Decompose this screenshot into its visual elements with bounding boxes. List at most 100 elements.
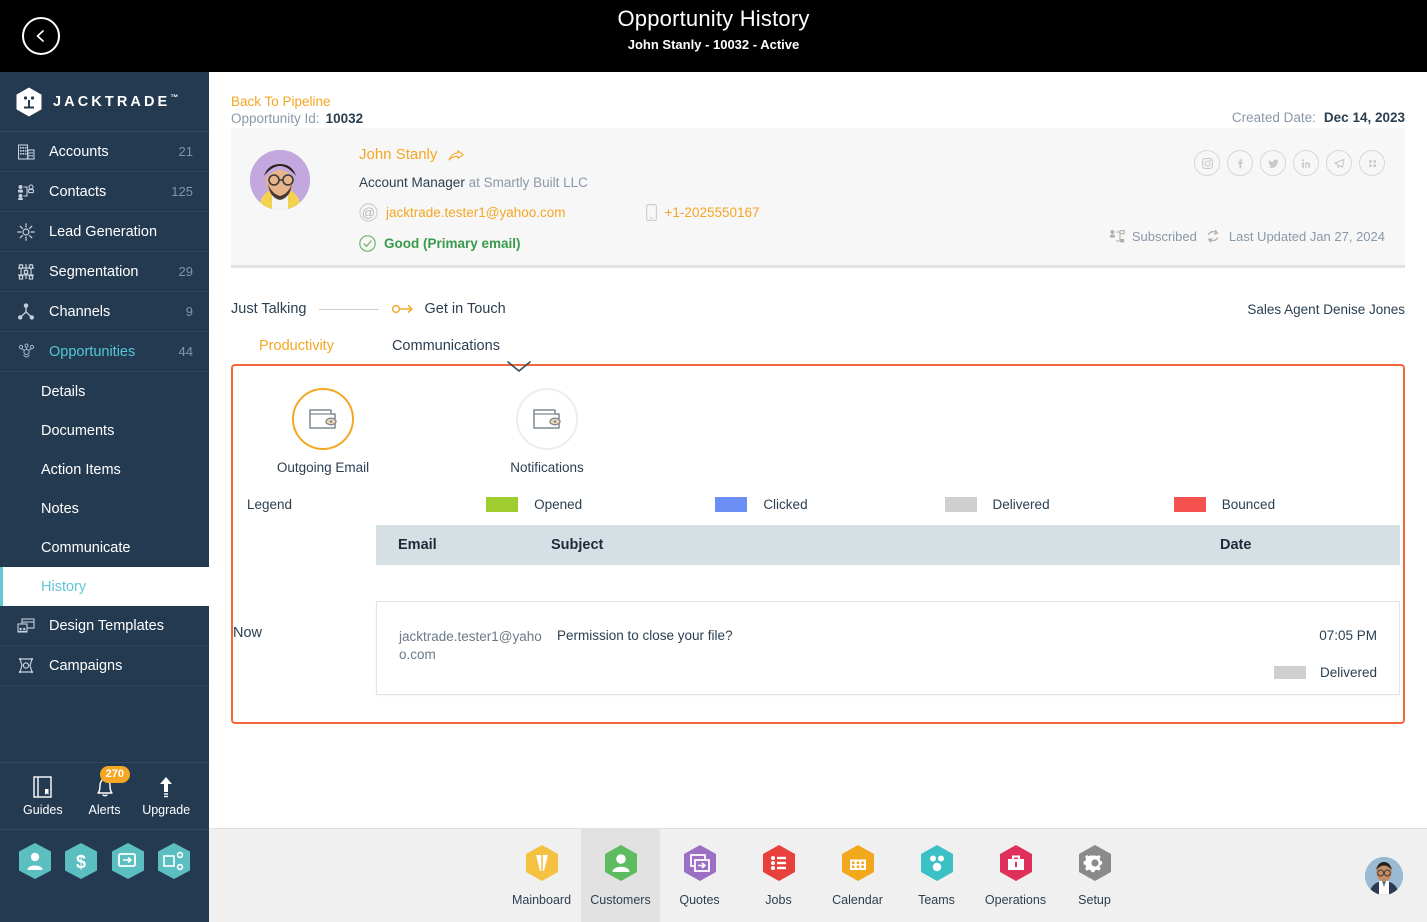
created-date: Created Date: Dec 14, 2023	[1232, 110, 1405, 125]
contacts-icon	[14, 182, 38, 202]
content-tabs: Productivity Communications	[259, 338, 1427, 358]
bottom-nav-quotes[interactable]: Quotes	[660, 829, 739, 922]
legend-item-delivered: Delivered	[944, 497, 1174, 512]
sidebar-subitem-action-items[interactable]: Action Items	[0, 450, 209, 489]
brand-name: JACKTRADE™	[53, 93, 179, 110]
bottom-nav-customers[interactable]: Customers	[581, 829, 660, 922]
bottom-nav-teams[interactable]: Teams	[897, 829, 976, 922]
sidebar-subitem-notes[interactable]: Notes	[0, 489, 209, 528]
sidebar-subitem-documents[interactable]: Documents	[0, 411, 209, 450]
tab-productivity[interactable]: Productivity	[259, 338, 334, 358]
telegram-icon[interactable]	[1326, 150, 1352, 176]
sidebar-item-contacts[interactable]: Contacts 125	[0, 172, 209, 212]
brand-logo[interactable]: JACKTRADE™	[0, 72, 209, 132]
last-updated-label: Last Updated Jan 27, 2024	[1228, 229, 1385, 244]
person-hex-icon[interactable]	[18, 842, 52, 880]
design-templates-icon	[14, 616, 38, 636]
book-icon	[33, 776, 52, 798]
timeline-label: Now	[233, 625, 263, 641]
wallet-mail-icon	[309, 409, 337, 429]
facebook-icon[interactable]	[1227, 150, 1253, 176]
bottom-nav-label: Quotes	[679, 893, 720, 907]
sidebar-subitem-details[interactable]: Details	[0, 372, 209, 411]
subscribed-icon	[1109, 230, 1125, 243]
bottom-nav-operations[interactable]: Operations	[976, 829, 1055, 922]
channel-notifications[interactable]: Notifications	[497, 388, 597, 475]
contact-name[interactable]: John Stanly	[359, 146, 437, 163]
sidebar-item-campaigns[interactable]: Campaigns	[0, 646, 209, 686]
mainboard-icon	[525, 845, 558, 881]
main-content: Back To Pipeline Opportunity Id: 10032 Cr…	[209, 72, 1427, 922]
contact-contact-row: @ jacktrade.tester1@yahoo.com +1-2025550…	[359, 203, 1385, 222]
sidebar-item-count: 9	[185, 304, 193, 319]
user-avatar[interactable]	[1365, 857, 1403, 895]
sidebar-item-segmentation[interactable]: Segmentation 29	[0, 252, 209, 292]
sidebar-item-opportunities[interactable]: Opportunities 44	[0, 332, 209, 372]
linkedin-icon[interactable]	[1293, 150, 1319, 176]
sidebar-item-channels[interactable]: Channels 9	[0, 292, 209, 332]
bottom-nav-label: Setup	[1078, 893, 1111, 907]
communications-panel: Outgoing Email Notifications Legend Open…	[231, 361, 1405, 724]
channel-label: Outgoing Email	[276, 460, 370, 475]
column-header-date: Date	[1220, 537, 1252, 553]
lead-gen-icon	[14, 222, 38, 242]
contact-phone-group: +1-2025550167	[645, 204, 760, 221]
stage-from: Just Talking	[231, 301, 307, 317]
quote-hex-icon[interactable]	[111, 842, 145, 880]
email-at-icon: @	[359, 203, 378, 222]
bottom-nav-label: Mainboard	[511, 893, 572, 907]
workflow-hex-icon[interactable]	[157, 842, 191, 880]
jacktrade-hex-icon	[16, 87, 42, 116]
cell-date: 07:05 PM Delivered	[1197, 628, 1377, 680]
table-header: Email Subject Date	[376, 525, 1400, 565]
dollar-hex-icon[interactable]: $	[64, 842, 98, 880]
mobile-phone-icon	[645, 204, 657, 221]
sidebar-tools: Guides 270 Alerts Upgrade	[0, 762, 209, 830]
sidebar-item-count: 21	[178, 144, 193, 159]
tab-communications[interactable]: Communications	[392, 338, 500, 358]
bottom-nav-items: Mainboard Customers Quotes Jobs Calendar…	[209, 829, 1427, 922]
legend-item-opened: Opened	[486, 497, 715, 512]
segmentation-icon	[14, 262, 38, 282]
instagram-icon[interactable]	[1194, 150, 1220, 176]
share-icon[interactable]	[448, 149, 464, 167]
legend-swatch	[486, 497, 519, 512]
bottom-nav-setup[interactable]: Setup	[1055, 829, 1134, 922]
contact-email[interactable]: jacktrade.tester1@yahoo.com	[386, 205, 566, 220]
sidebar-item-label: Segmentation	[49, 263, 139, 280]
guides-button[interactable]: Guides	[12, 775, 74, 817]
sidebar-item-lead-generation[interactable]: Lead Generation	[0, 212, 209, 252]
contact-role-title: Account Manager	[359, 175, 465, 190]
bottom-nav-mainboard[interactable]: Mainboard	[502, 829, 581, 922]
table-row[interactable]: jacktrade.tester1@yahoo.com Permission t…	[376, 601, 1400, 695]
stage-to: Get in Touch	[424, 301, 506, 317]
sidebar-item-accounts[interactable]: Accounts 21	[0, 132, 209, 172]
opportunity-id-value: 10032	[325, 111, 364, 126]
more-grid-icon[interactable]	[1359, 150, 1385, 176]
bottom-nav-jobs[interactable]: Jobs	[739, 829, 818, 922]
bottom-nav-label: Customers	[590, 893, 651, 907]
page-title: Opportunity History	[617, 6, 810, 31]
bottom-nav-calendar[interactable]: Calendar	[818, 829, 897, 922]
sidebar-subitem-communicate[interactable]: Communicate	[0, 528, 209, 567]
alerts-button[interactable]: 270 Alerts	[74, 766, 136, 817]
channel-outgoing-email[interactable]: Outgoing Email	[273, 388, 373, 475]
contact-phone[interactable]: +1-2025550167	[665, 205, 760, 220]
bottom-nav-label: Calendar	[832, 893, 883, 907]
legend-label: Opened	[534, 497, 583, 512]
sidebar-item-label: Design Templates	[49, 617, 164, 634]
avatar	[250, 150, 310, 210]
sidebar-item-design-templates[interactable]: Design Templates	[0, 606, 209, 646]
legend-swatch	[944, 497, 977, 512]
upgrade-button[interactable]: Upgrade	[135, 775, 197, 817]
legend-item-bounced: Bounced	[1173, 497, 1403, 512]
column-header-subject: Subject	[551, 537, 604, 553]
twitter-icon[interactable]	[1260, 150, 1286, 176]
sidebar-subitem-history[interactable]: History	[0, 567, 209, 606]
cell-email: jacktrade.tester1@yahoo.com	[399, 629, 542, 662]
sidebar-item-label: Lead Generation	[49, 223, 158, 240]
legend: Legend Opened Clicked Delivered Bounced	[233, 497, 1403, 512]
channel-selector: Outgoing Email Notifications	[233, 366, 1403, 475]
back-to-pipeline-link[interactable]: Back To Pipeline	[231, 94, 1405, 109]
